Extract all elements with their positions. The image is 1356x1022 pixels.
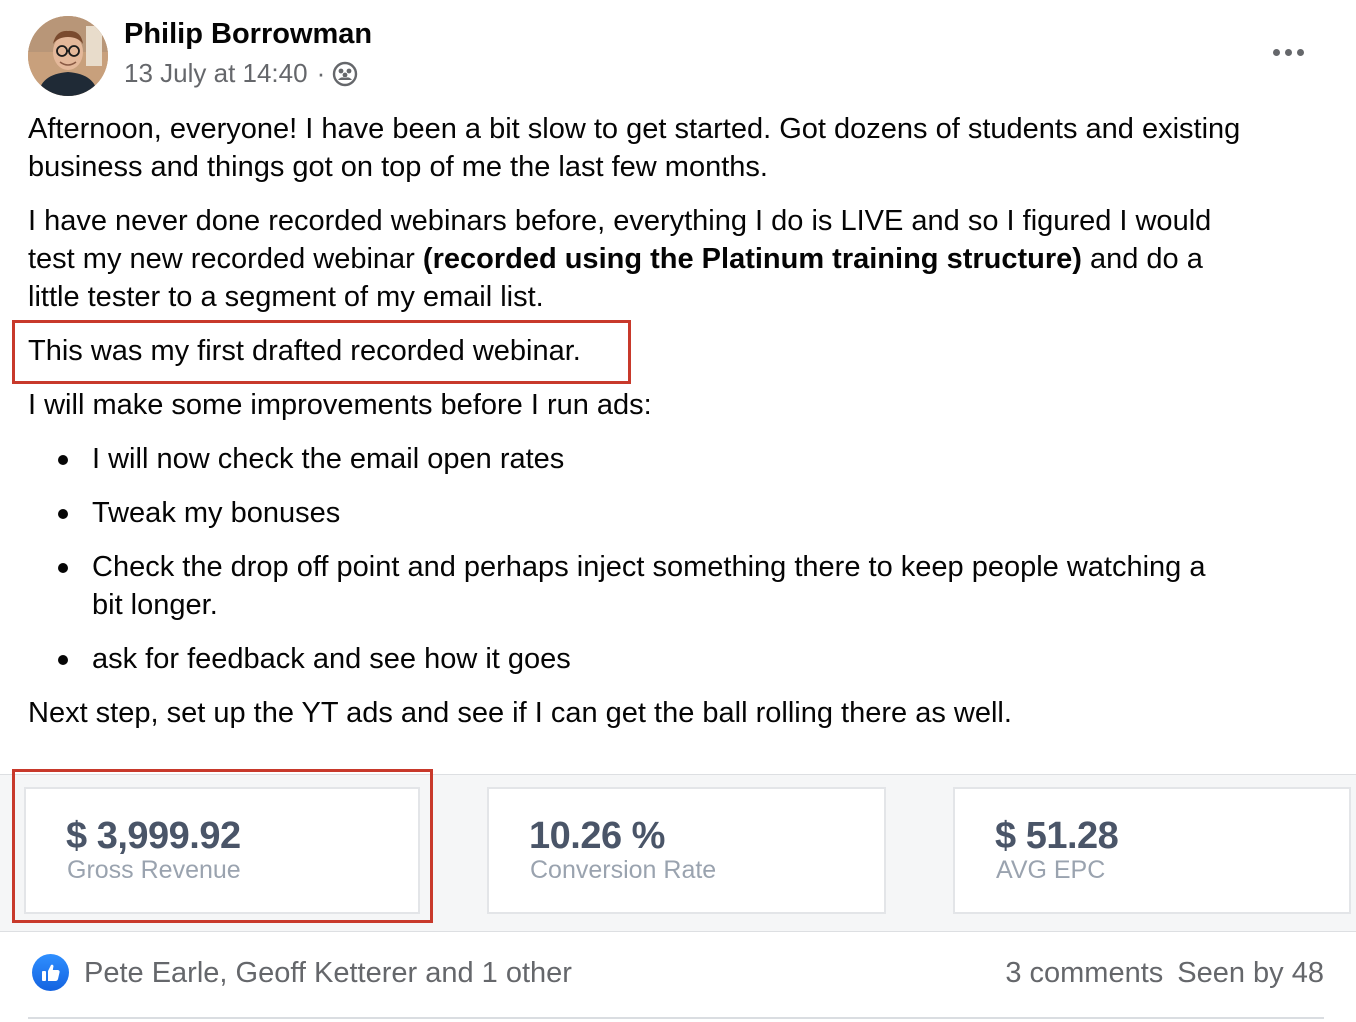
group-icon[interactable] — [332, 61, 358, 87]
more-options-dot — [1284, 48, 1292, 56]
avatar-photo — [28, 16, 108, 96]
message-paragraph: Next step, set up the YT ads and see if … — [28, 697, 1012, 729]
more-options-dot — [1296, 48, 1304, 56]
stat-value: $ 3,999.92 — [66, 815, 241, 857]
list-item: I will now check the email open rates — [28, 440, 1338, 478]
stat-value: $ 51.28 — [995, 815, 1119, 857]
post-footer: Pete Earle, Geoff Ketterer and 1 other 3… — [28, 944, 1324, 1004]
message-text: test my new recorded webinar — [28, 243, 423, 275]
author-avatar[interactable] — [28, 16, 108, 96]
list-item-text: bit longer. — [92, 589, 218, 621]
list-item-text: Tweak my bonuses — [92, 497, 341, 529]
list-item-text: Check the drop off point and perhaps inj… — [92, 551, 1206, 583]
message-paragraph-highlighted: This was my first drafted recorded webin… — [28, 335, 581, 367]
post-card: Philip Borrowman 13 July at 14:40 · Afte… — [0, 0, 1356, 1022]
post-message: Afternoon, everyone! I have been a bit s… — [28, 110, 1338, 748]
message-paragraph: I have never done recorded webinars befo… — [28, 202, 1338, 316]
stat-card-conversion-rate: 10.26 % Conversion Rate — [487, 787, 886, 914]
stat-card-gross-revenue: $ 3,999.92 Gross Revenue — [24, 787, 420, 914]
meta-separator: · — [316, 58, 326, 88]
message-paragraph: I will make some improvements before I r… — [28, 389, 652, 421]
post-timestamp[interactable]: 13 July at 14:40 — [124, 58, 308, 89]
improvements-list: I will now check the email open rates Tw… — [28, 440, 1338, 678]
more-options-icon — [1272, 48, 1280, 56]
list-item-text: ask for feedback and see how it goes — [92, 643, 571, 675]
stat-label: Conversion Rate — [530, 856, 717, 884]
message-bold-text: (recorded using the Platinum training st… — [422, 243, 1082, 275]
more-options-button[interactable] — [1262, 36, 1314, 68]
message-line: little tester to a segment of my email l… — [28, 281, 544, 313]
comments-count-link[interactable]: 3 comments — [1005, 957, 1163, 989]
stat-label: AVG EPC — [996, 856, 1106, 884]
thumbs-up-icon[interactable] — [32, 954, 69, 991]
list-item-text: I will now check the email open rates — [92, 443, 565, 475]
message-text: and do a — [1081, 243, 1203, 275]
engagement-summary: 3 comments Seen by 48 — [1005, 957, 1324, 990]
seen-by-link[interactable]: Seen by 48 — [1177, 957, 1324, 989]
post-image[interactable]: $ 3,999.92 Gross Revenue 10.26 % Convers… — [0, 774, 1356, 932]
stat-card-avg-epc: $ 51.28 AVG EPC — [953, 787, 1351, 914]
message-line: Afternoon, everyone! I have been a bit s… — [28, 113, 1241, 145]
stat-value: 10.26 % — [529, 815, 665, 857]
stat-label: Gross Revenue — [67, 856, 241, 884]
footer-divider — [28, 1017, 1324, 1019]
list-item: Tweak my bonuses — [28, 494, 1338, 532]
post-meta: 13 July at 14:40 · — [124, 58, 358, 89]
message-line: test my new recorded webinar (recorded u… — [28, 240, 1338, 278]
author-name[interactable]: Philip Borrowman — [124, 18, 372, 51]
message-line: I have never done recorded webinars befo… — [28, 205, 1212, 237]
list-item: ask for feedback and see how it goes — [28, 640, 1338, 678]
reactors-link[interactable]: Pete Earle, Geoff Ketterer and 1 other — [84, 957, 572, 990]
message-paragraph: Afternoon, everyone! I have been a bit s… — [28, 110, 1338, 186]
message-line: business and things got on top of me the… — [28, 151, 768, 183]
list-item: Check the drop off point and perhaps inj… — [28, 548, 1338, 624]
thumbs-up-glyph — [41, 964, 60, 981]
